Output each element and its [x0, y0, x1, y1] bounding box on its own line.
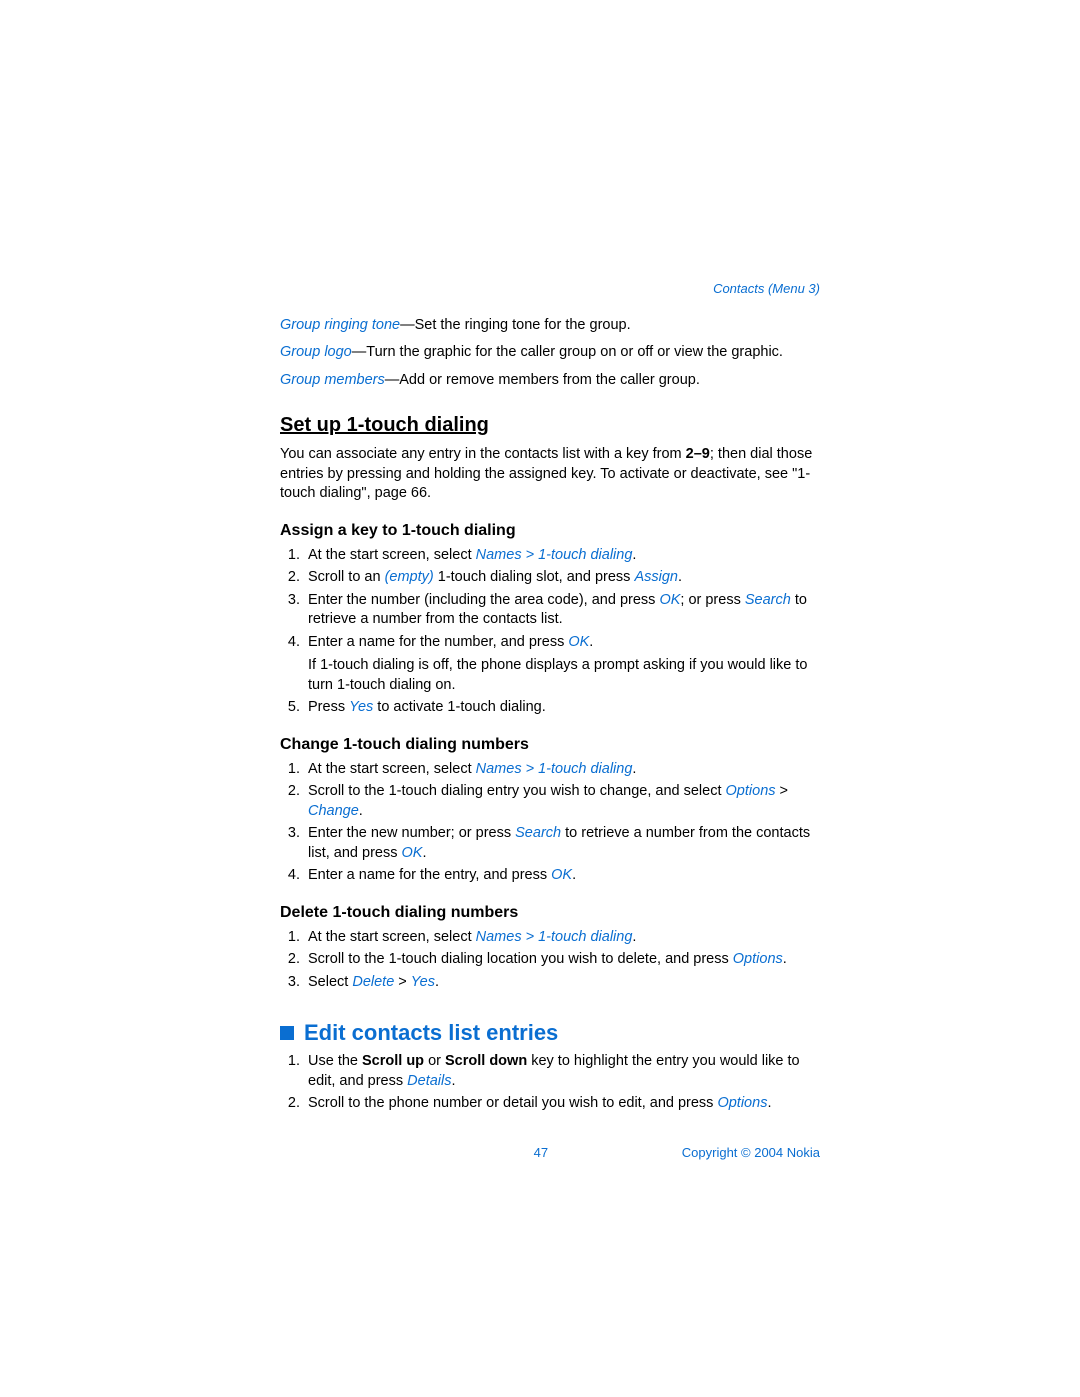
- definition-item: Group logo—Turn the graphic for the call…: [280, 343, 820, 363]
- list-item: Scroll to the 1-touch dialing location y…: [304, 950, 820, 970]
- text-bold: Scroll up: [362, 1053, 424, 1069]
- steps-list: At the start screen, select Names > 1-to…: [280, 928, 820, 993]
- text: .: [783, 951, 787, 967]
- text: .: [632, 761, 636, 777]
- list-item: Press Yes to activate 1-touch dialing.: [304, 698, 820, 718]
- steps-list: At the start screen, select Names > 1-to…: [280, 546, 820, 719]
- text: >: [776, 783, 789, 799]
- heading-text: Edit contacts list entries: [304, 1020, 558, 1045]
- text-highlight: Names > 1-touch dialing: [476, 547, 633, 563]
- text-highlight: (empty): [385, 569, 434, 585]
- text: At the start screen, select: [308, 547, 476, 563]
- text: .: [767, 1095, 771, 1111]
- text-bold: 2–9: [686, 446, 710, 462]
- definition-term: Group members: [280, 372, 385, 388]
- subheading-change: Change 1-touch dialing numbers: [280, 734, 820, 756]
- text: Scroll to the 1-touch dialing location y…: [308, 951, 733, 967]
- definition-item: Group ringing tone—Set the ringing tone …: [280, 316, 820, 336]
- list-item: Scroll to the phone number or detail you…: [304, 1094, 820, 1114]
- text: >: [394, 974, 411, 990]
- text: Scroll to an: [308, 569, 385, 585]
- list-item: At the start screen, select Names > 1-to…: [304, 546, 820, 566]
- text: Scroll to the phone number or detail you…: [308, 1095, 717, 1111]
- list-item: Select Delete > Yes.: [304, 973, 820, 993]
- text-highlight: OK: [568, 634, 589, 650]
- text-highlight: Delete: [352, 974, 394, 990]
- text-highlight: Options: [717, 1095, 767, 1111]
- text: Scroll to the 1-touch dialing entry you …: [308, 783, 726, 799]
- text-highlight: Search: [745, 592, 791, 608]
- text: .: [632, 929, 636, 945]
- section-heading-edit: Edit contacts list entries: [280, 1018, 820, 1048]
- text: At the start screen, select: [308, 929, 476, 945]
- text-highlight: Names > 1-touch dialing: [476, 929, 633, 945]
- list-item: Enter the new number; or press Search to…: [304, 824, 820, 863]
- text: .: [451, 1073, 455, 1089]
- text: ; or press: [680, 592, 744, 608]
- definition-item: Group members—Add or remove members from…: [280, 371, 820, 391]
- page-number: 47: [400, 1144, 682, 1162]
- subheading-assign: Assign a key to 1-touch dialing: [280, 520, 820, 542]
- text: .: [589, 634, 593, 650]
- square-bullet-icon: [280, 1026, 294, 1040]
- text-highlight: Details: [407, 1073, 451, 1089]
- text-highlight: Yes: [349, 699, 373, 715]
- text-highlight: Yes: [411, 974, 435, 990]
- section-heading-setup: Set up 1-touch dialing: [280, 412, 820, 439]
- text: .: [632, 547, 636, 563]
- list-item: Enter a name for the number, and press O…: [304, 633, 820, 696]
- list-item: Scroll to an (empty) 1-touch dialing slo…: [304, 568, 820, 588]
- definition-desc: —Add or remove members from the caller g…: [385, 372, 700, 388]
- text: .: [359, 803, 363, 819]
- text-highlight: Names > 1-touch dialing: [476, 761, 633, 777]
- copyright: Copyright © 2004 Nokia: [682, 1144, 820, 1162]
- paragraph: If 1-touch dialing is off, the phone dis…: [308, 656, 820, 695]
- steps-list: At the start screen, select Names > 1-to…: [280, 760, 820, 886]
- text-highlight: OK: [659, 592, 680, 608]
- list-item: Enter a name for the entry, and press OK…: [304, 866, 820, 886]
- list-item: Enter the number (including the area cod…: [304, 591, 820, 630]
- text-highlight: OK: [551, 867, 572, 883]
- text: .: [572, 867, 576, 883]
- page-footer: 47 Copyright © 2004 Nokia: [280, 1144, 820, 1162]
- text-highlight: Search: [515, 825, 561, 841]
- list-item: At the start screen, select Names > 1-to…: [304, 760, 820, 780]
- text: Enter a name for the number, and press: [308, 634, 568, 650]
- breadcrumb: Contacts (Menu 3): [280, 280, 820, 298]
- text: to activate 1-touch dialing.: [373, 699, 546, 715]
- text: Enter the number (including the area cod…: [308, 592, 659, 608]
- text: Enter the new number; or press: [308, 825, 515, 841]
- list-item: Use the Scroll up or Scroll down key to …: [304, 1052, 820, 1091]
- text: Select: [308, 974, 352, 990]
- list-item: At the start screen, select Names > 1-to…: [304, 928, 820, 948]
- text: .: [422, 845, 426, 861]
- text-highlight: Options: [726, 783, 776, 799]
- definition-term: Group logo: [280, 344, 352, 360]
- text: Press: [308, 699, 349, 715]
- steps-list: Use the Scroll up or Scroll down key to …: [280, 1052, 820, 1114]
- document-page: Contacts (Menu 3) Group ringing tone—Set…: [0, 0, 1080, 1281]
- definition-desc: —Set the ringing tone for the group.: [400, 317, 631, 333]
- text-bold: Scroll down: [445, 1053, 527, 1069]
- text: You can associate any entry in the conta…: [280, 446, 686, 462]
- text: Use the: [308, 1053, 362, 1069]
- definition-term: Group ringing tone: [280, 317, 400, 333]
- text: Enter a name for the entry, and press: [308, 867, 551, 883]
- definition-desc: —Turn the graphic for the caller group o…: [352, 344, 783, 360]
- text: .: [678, 569, 682, 585]
- text: 1-touch dialing slot, and press: [434, 569, 635, 585]
- text: or: [424, 1053, 445, 1069]
- text: .: [435, 974, 439, 990]
- text: At the start screen, select: [308, 761, 476, 777]
- text-highlight: Options: [733, 951, 783, 967]
- text-highlight: Assign: [634, 569, 678, 585]
- paragraph: You can associate any entry in the conta…: [280, 445, 820, 504]
- subheading-delete: Delete 1-touch dialing numbers: [280, 902, 820, 924]
- text-highlight: OK: [402, 845, 423, 861]
- list-item: Scroll to the 1-touch dialing entry you …: [304, 782, 820, 821]
- text-highlight: Change: [308, 803, 359, 819]
